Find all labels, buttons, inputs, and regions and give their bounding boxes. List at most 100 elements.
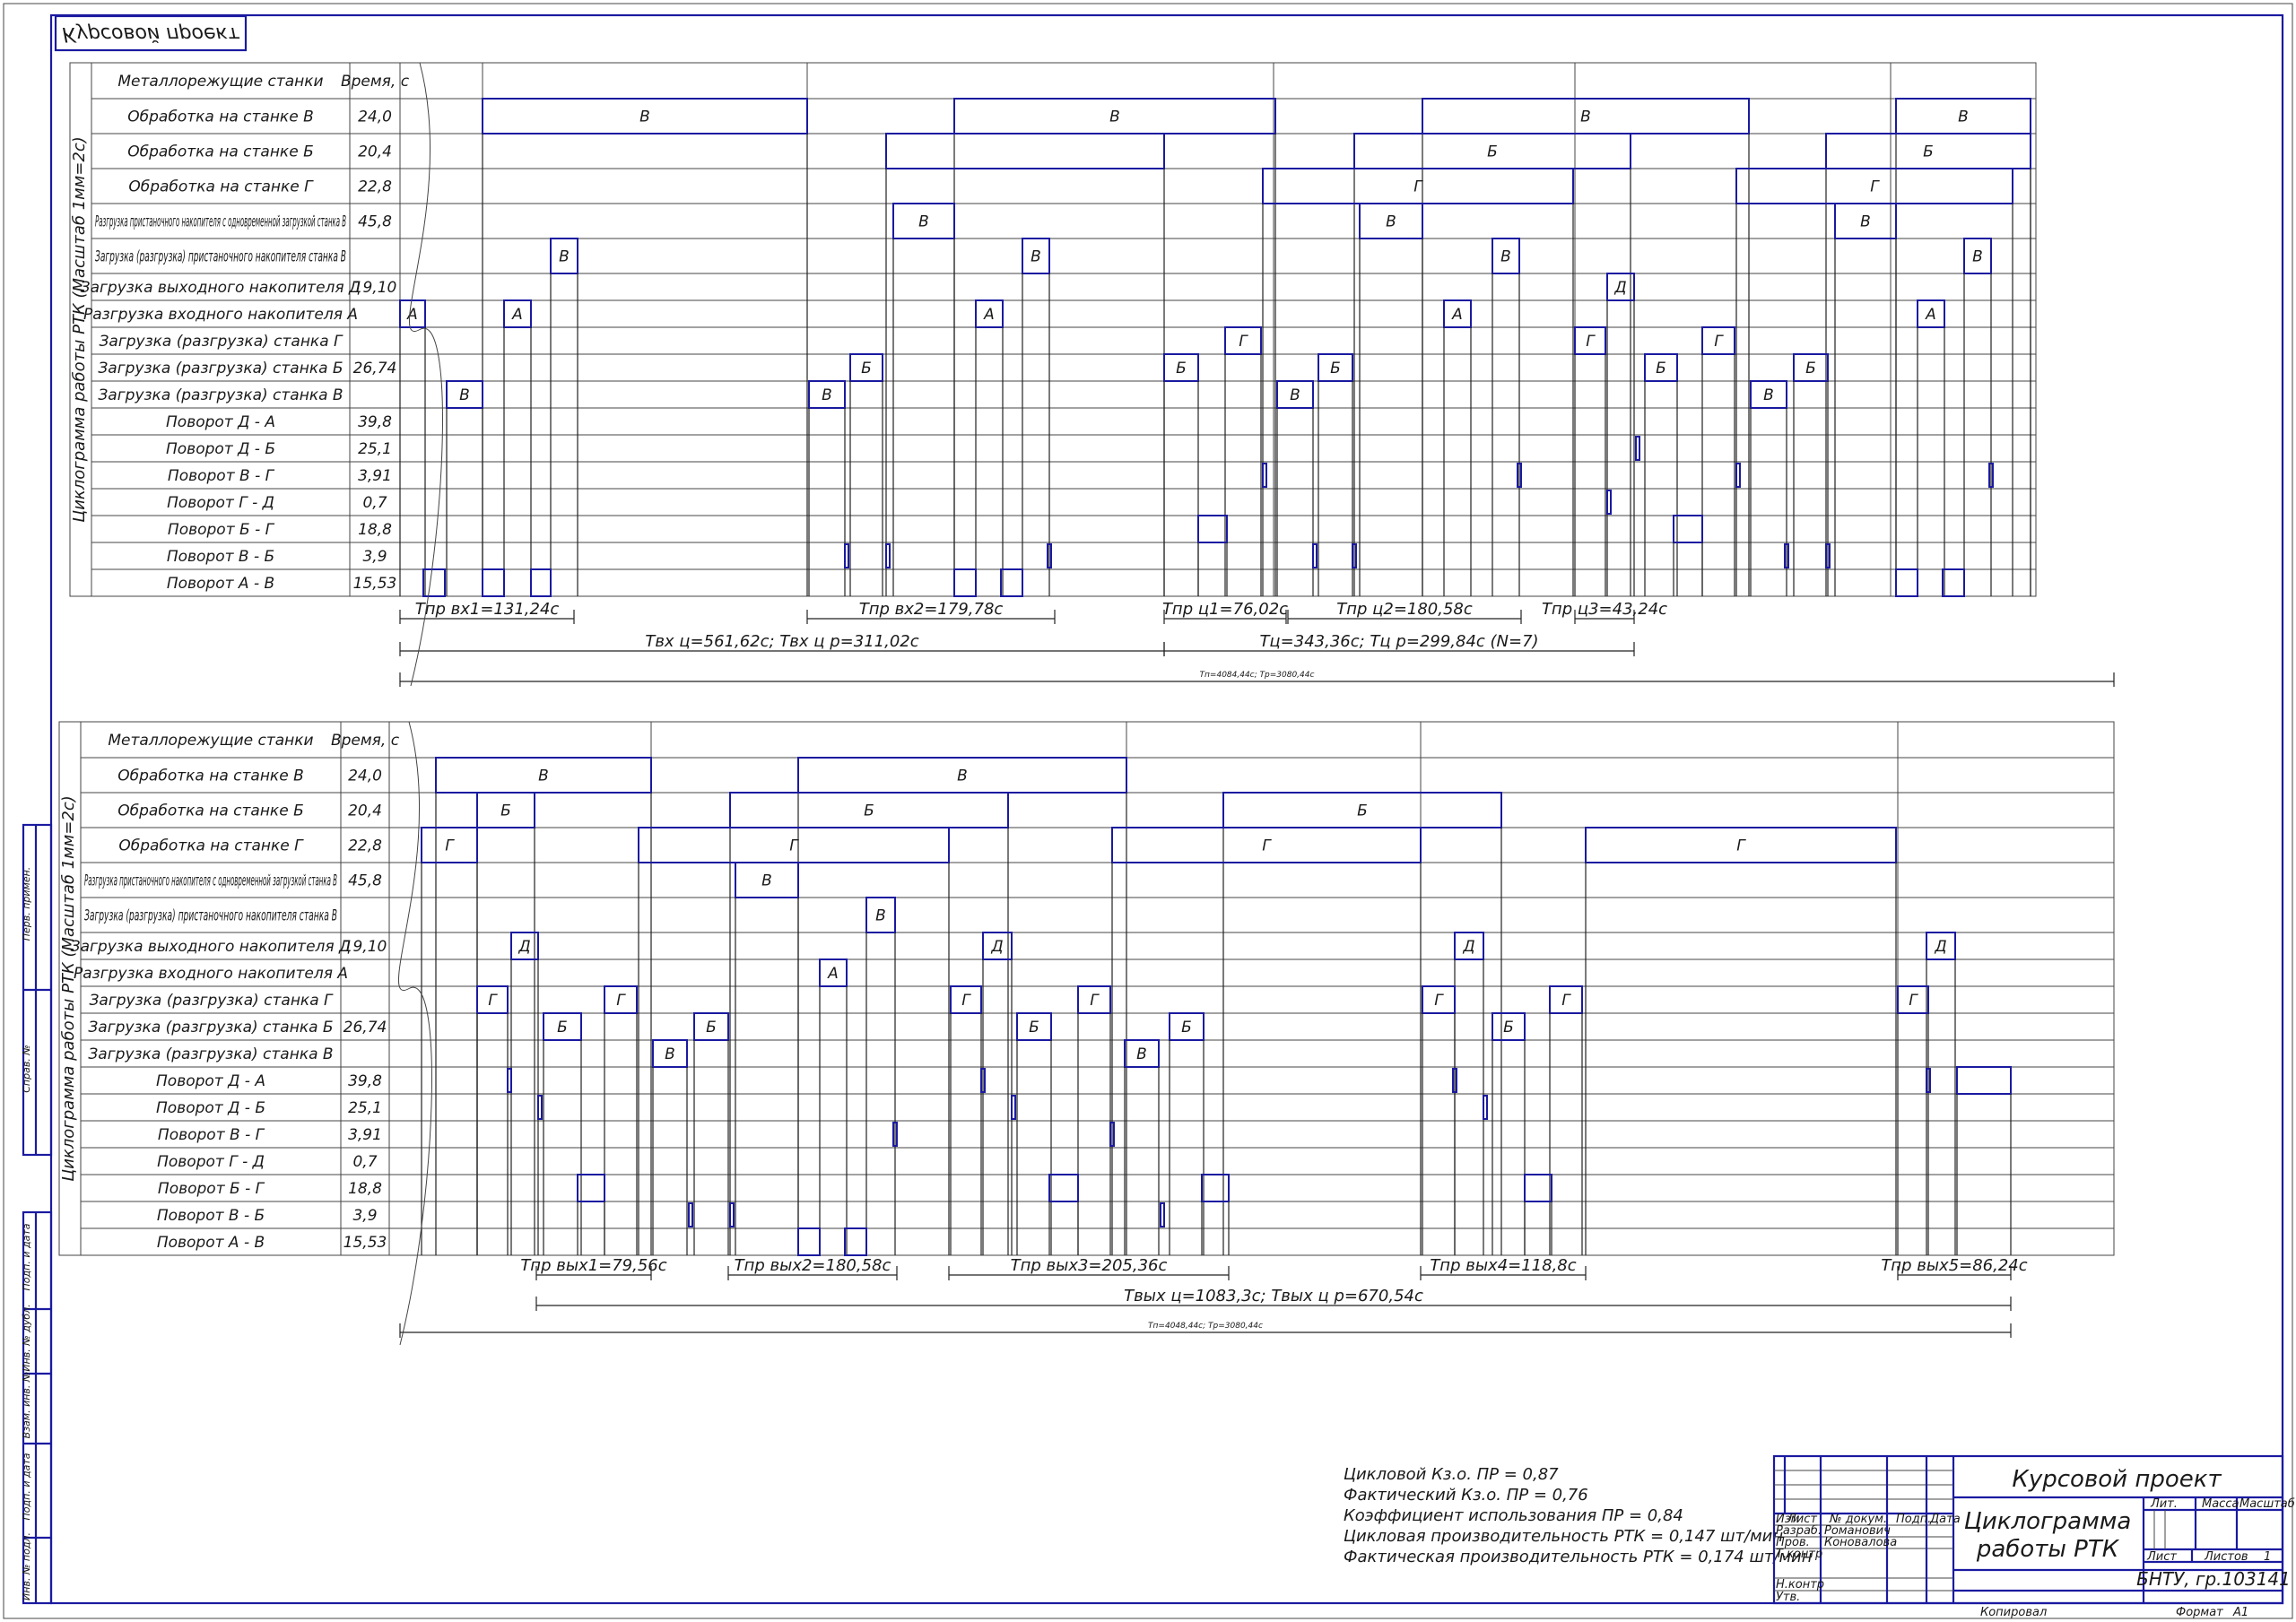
row-time: 24,0 [358, 108, 392, 126]
operation-block [482, 568, 505, 597]
row-time: 3,91 [348, 1126, 382, 1144]
block-label: Б [1503, 1019, 1514, 1037]
operation-block [1942, 568, 1965, 597]
row-time: 3,91 [358, 467, 392, 485]
block-label: Д [1462, 938, 1474, 956]
row-label: Поворот В - Б [167, 548, 274, 566]
row-label: Загрузка (разгрузка) станка Б [88, 1019, 333, 1037]
block-label: Г [1736, 837, 1746, 855]
row-label: Поворот А - В [157, 1234, 265, 1252]
row-time: 0,7 [362, 494, 387, 512]
tb-date: Дата [1929, 1513, 1961, 1526]
cyclogram-vertical-title: Циклограмма работы РТК (Масштаб 1мм=2с) [70, 136, 89, 523]
row-label: Обработка на станке Б [127, 143, 313, 161]
block-label: Б [1181, 1019, 1192, 1037]
operation-block [422, 568, 446, 597]
block-label: Б [1805, 360, 1816, 377]
interval-label: Тп=4048,44с; Тр=3080,44с [1148, 1322, 1263, 1331]
tb-format-val: А1 [2232, 1606, 2248, 1619]
interval-label: Твых ц=1083,3с; Твых ц р=670,54с [1124, 1287, 1423, 1305]
notes-block: Цикловой Кз.о. ПР = 0,87 Фактический Кз.… [1344, 1465, 1813, 1566]
break-line [397, 721, 432, 1346]
block-label: Г [1239, 333, 1248, 351]
block-label: А [983, 306, 995, 324]
sheet-frame [49, 13, 2284, 1605]
block-label: Г [1714, 333, 1724, 351]
side-stamp-label: Подп. и дата [21, 1223, 32, 1290]
tb-list: Лист [2146, 1550, 2177, 1564]
block-label: Д [1613, 279, 1626, 297]
block-label: Д [990, 938, 1003, 956]
cyclogram-vertical-title: Циклограмма работы РТК (Масштаб 1мм=2с) [59, 795, 78, 1182]
row-time: 24,0 [348, 768, 382, 785]
block-label: В [875, 907, 886, 925]
note-line: Цикловая производительность РТК = 0,147 … [1344, 1527, 1783, 1546]
row-label: Загрузка (разгрузка) пристаночного накоп… [95, 248, 346, 266]
tb-masshtab: Масштаб [2239, 1497, 2295, 1511]
operation-block [1201, 1174, 1230, 1202]
block-label: А [1925, 306, 1936, 324]
block-label: В [459, 386, 470, 404]
tb-prov-name: Коновалова [1824, 1536, 1897, 1549]
operation-block [844, 1227, 867, 1256]
row-time: 45,8 [358, 213, 392, 231]
rotation-mark [537, 1095, 543, 1120]
rotation-mark [1483, 1095, 1488, 1120]
operation-block [797, 1227, 821, 1256]
block-label: Г [961, 992, 971, 1010]
block-label: Г [488, 992, 498, 1010]
note-line: Фактическая производительность РТК = 0,1… [1344, 1548, 1813, 1566]
operation-block [1895, 568, 1918, 597]
block-label: В [1972, 248, 1983, 266]
row-time: 19,10 [344, 938, 387, 956]
rotation-mark [1262, 463, 1267, 488]
tb-org: БНТУ, гр.103141 [2136, 1568, 2291, 1590]
block-label: Д [517, 938, 530, 956]
row-label: Поворот В - Г [158, 1126, 265, 1144]
cyclogram-2: Циклограмма работы РТК (Масштаб 1мм=2с) М… [58, 721, 2115, 1346]
title-block-title-1: Циклограмма [1964, 1508, 2132, 1535]
row-label: Обработка на станке Г [128, 178, 314, 196]
interval-label: Тпр вх2=179,78с [859, 600, 1004, 619]
tb-lit: Лит. [2150, 1497, 2178, 1511]
row-time: 3,9 [352, 1207, 377, 1225]
tb-utv: Утв. [1776, 1591, 1800, 1604]
rotation-mark [844, 543, 849, 568]
row-label: Поворот Б - Г [158, 1180, 265, 1198]
interval-label: Тпр вых2=180,58с [735, 1256, 891, 1275]
row-label: Загрузка выходного накопителя Д [71, 938, 352, 956]
block-label: В [1290, 386, 1300, 404]
rotation-mark [1606, 490, 1612, 515]
row-label: Поворот Д - А [166, 413, 275, 431]
row-time: 19,10 [353, 279, 397, 297]
interval-label: Тпр ц3=43,24с [1542, 600, 1667, 619]
tb-listov: Листов [2204, 1550, 2248, 1564]
side-stamp-label: Справ. № [21, 1045, 32, 1093]
header-label: Металлорежущие станки [108, 732, 313, 750]
block-label: В [1580, 108, 1591, 126]
row-time: 18,8 [348, 1180, 382, 1198]
block-label: В [639, 108, 650, 126]
side-stamp-label: Инв. № подл. [21, 1532, 32, 1600]
operation-block [885, 133, 1165, 169]
block-label: Г [1434, 992, 1444, 1010]
block-label: Г [1586, 333, 1596, 351]
block-label: В [538, 768, 549, 785]
block-label: А [1451, 306, 1463, 324]
row-time: 39,8 [358, 413, 392, 431]
block-label: Г [1413, 178, 1423, 196]
operation-block [1048, 1174, 1079, 1202]
title-block-project: Курсовой проект [2012, 1466, 2222, 1493]
row-label: Разгрузка входного накопителя А [74, 965, 348, 983]
row-time: 22,8 [358, 178, 392, 196]
block-label: Б [1656, 360, 1666, 377]
block-label: В [1136, 1045, 1147, 1063]
block-label: Г [789, 837, 799, 855]
block-label: А [827, 965, 839, 983]
row-label: Поворот Б - Г [168, 521, 275, 539]
interval-label: Тп=4084,44с; Тр=3080,44с [1200, 671, 1315, 680]
break-line [408, 62, 443, 687]
tb-kopiroval: Копировал [1980, 1606, 2047, 1619]
interval-label: Тпр вых4=118,8с [1430, 1256, 1576, 1275]
tb-massa: Масса [2202, 1497, 2239, 1511]
